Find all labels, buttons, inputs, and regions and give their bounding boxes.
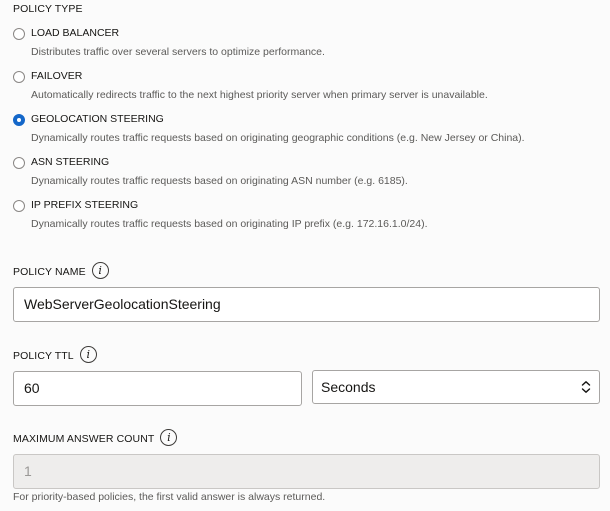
chevron-up-down-icon: [581, 381, 591, 393]
option-description: Dynamically routes traffic requests base…: [31, 218, 428, 230]
option-title: ASN STEERING: [31, 156, 110, 168]
info-icon[interactable]: i: [79, 346, 97, 364]
radio-load-balancer[interactable]: [13, 28, 25, 40]
option-description: Dynamically routes traffic requests base…: [31, 132, 525, 144]
radio-failover[interactable]: [13, 71, 25, 83]
option-description: Dynamically routes traffic requests base…: [31, 175, 408, 187]
policy-ttl-input[interactable]: 60: [13, 371, 302, 406]
policy-ttl-header: POLICY TTL i: [13, 346, 97, 364]
radio-geolocation-steering[interactable]: [13, 114, 25, 126]
option-title: FAILOVER: [31, 70, 83, 82]
max-answer-label: MAXIMUM ANSWER COUNT: [13, 433, 155, 445]
option-description: Distributes traffic over several servers…: [31, 46, 325, 58]
policy-type-label: POLICY TYPE: [13, 3, 83, 15]
ttl-unit-select[interactable]: Seconds: [312, 370, 600, 404]
radio-ip-prefix-steering[interactable]: [13, 200, 25, 212]
option-title: IP PREFIX STEERING: [31, 199, 139, 211]
ttl-unit-value: Seconds: [321, 379, 376, 395]
policy-name-label: POLICY NAME: [13, 266, 86, 278]
max-answer-header: MAXIMUM ANSWER COUNT i: [13, 429, 178, 447]
policy-name-input[interactable]: WebServerGeolocationSteering: [13, 287, 600, 322]
info-icon[interactable]: i: [160, 429, 178, 447]
option-description: Automatically redirects traffic to the n…: [31, 89, 488, 101]
option-title: GEOLOCATION STEERING: [31, 113, 164, 125]
radio-asn-steering[interactable]: [13, 157, 25, 169]
info-icon[interactable]: i: [91, 262, 109, 280]
max-answer-input: 1: [13, 454, 600, 489]
option-title: LOAD BALANCER: [31, 27, 120, 39]
policy-name-header: POLICY NAME i: [13, 262, 109, 280]
policy-ttl-label: POLICY TTL: [13, 350, 74, 362]
max-answer-helper: For priority-based policies, the first v…: [13, 491, 326, 503]
